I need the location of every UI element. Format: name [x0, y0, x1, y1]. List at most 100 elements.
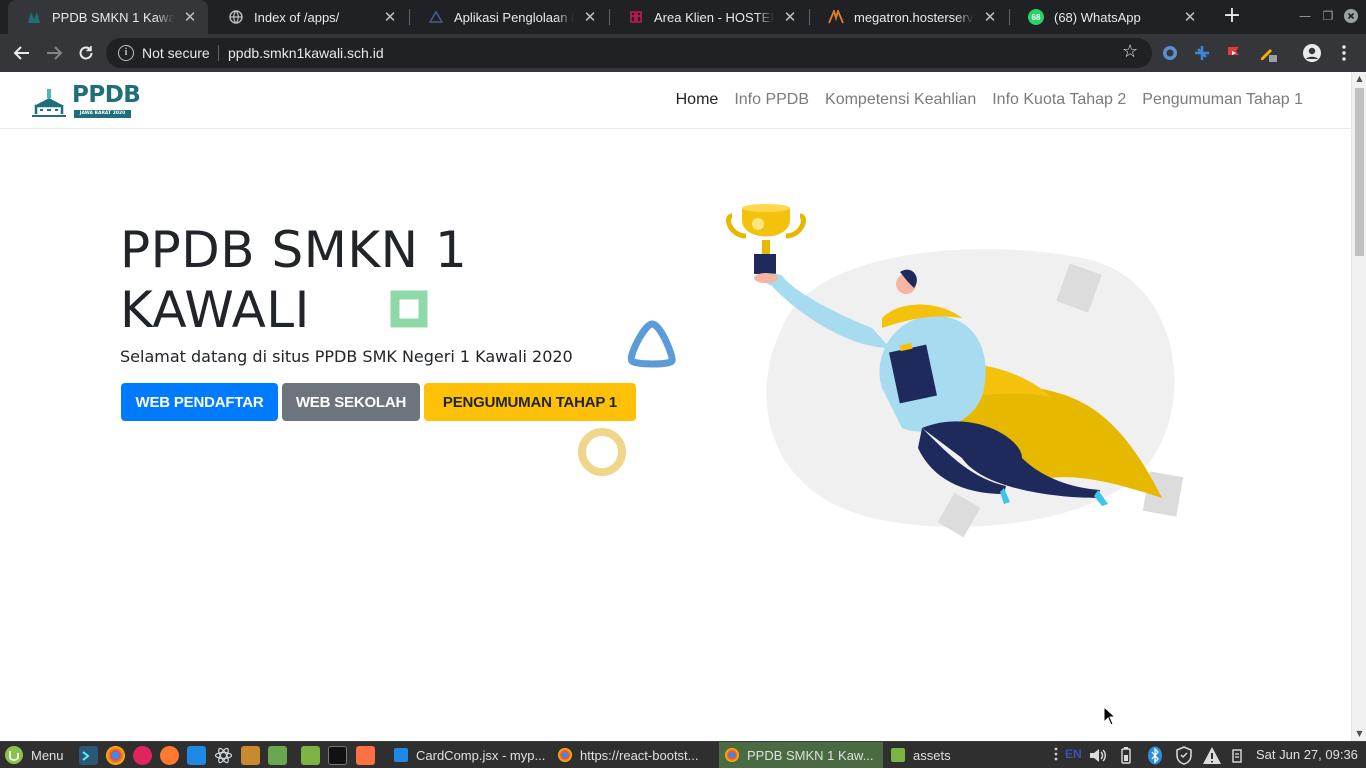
security-status[interactable]: Not secure [142, 45, 210, 61]
taskbar-task-react-bootstrap[interactable]: https://react-bootst... [552, 742, 717, 768]
vscode-icon [394, 748, 408, 762]
taskbar-task-ppdb[interactable]: PPDB SMKN 1 Kaw... [719, 742, 883, 768]
chrome-icon [725, 748, 739, 762]
folder-icon [891, 748, 905, 762]
tab-title: megatron.hosterserver [854, 9, 974, 25]
ppdb-logo[interactable]: PPDB JAWA BARAT 2020 [30, 82, 141, 118]
nav-link-kompetensi-keahlian[interactable]: Kompetensi Keahlian [817, 91, 984, 109]
tab-megatron[interactable]: megatron.hosterserver ✕ [810, 0, 1008, 34]
close-tab-icon[interactable]: ✕ [780, 7, 800, 27]
close-tab-icon[interactable]: ✕ [580, 7, 600, 27]
os-taskbar: Menu CardComp.jsx - myp... https://react… [0, 741, 1366, 768]
tab-title: Area Klien - HOSTER.CO.ID [654, 9, 774, 25]
logo-subtext: JAWA BARAT 2020 [74, 110, 131, 118]
triangle-favicon [428, 9, 444, 25]
scroll-up-icon[interactable]: ▲ [1355, 75, 1364, 83]
site-nav-links: Home Info PPDB Kompetensi Keahlian Info … [668, 72, 1311, 128]
close-tab-icon[interactable]: ✕ [980, 7, 1000, 27]
profile-avatar-icon[interactable] [1302, 43, 1322, 63]
hero-subtitle: Selamat datang di situs PPDB SMK Negeri … [120, 347, 573, 366]
info-icon[interactable]: i [118, 45, 134, 61]
start-menu-button[interactable]: Menu [4, 745, 64, 765]
cpanel-favicon [828, 9, 844, 25]
close-tab-icon[interactable]: ✕ [180, 7, 200, 27]
web-sekolah-button[interactable]: WEB SEKOLAH [282, 383, 420, 421]
task-label: https://react-bootst... [580, 747, 699, 763]
web-pendaftar-button[interactable]: WEB PENDAFTAR [121, 383, 278, 421]
maximize-window-icon[interactable]: ❐ [1318, 6, 1338, 26]
tab-index-apps[interactable]: Index of /apps/ ✕ [210, 0, 408, 34]
back-arrow-icon[interactable] [10, 41, 34, 65]
tab-whatsapp[interactable]: 68 (68) WhatsApp ✕ [1010, 0, 1208, 34]
atom-launcher-icon[interactable] [214, 746, 233, 765]
tab-title: PPDB SMKN 1 Kawali 2020 [52, 9, 174, 25]
pengumuman-tahap-1-button[interactable]: PENGUMUMAN TAHAP 1 [424, 383, 636, 421]
omnibox-separator [218, 45, 219, 61]
warning-icon[interactable] [1202, 746, 1222, 765]
scroll-down-icon[interactable]: ▼ [1355, 730, 1364, 738]
mouse-cursor-icon [1103, 706, 1117, 726]
browser-menu-icon[interactable] [1334, 43, 1354, 63]
tab-title: (68) WhatsApp [1054, 9, 1141, 25]
terminal-launcher-icon[interactable] [79, 746, 98, 765]
chrome-launcher-icon[interactable] [106, 746, 125, 765]
chrome-icon [558, 748, 572, 762]
folder-launcher-icon[interactable] [301, 746, 320, 765]
minimize-window-icon[interactable]: — [1295, 6, 1315, 26]
hero-illustration [726, 204, 1184, 538]
tab-hoster[interactable]: Area Klien - HOSTER.CO.ID ✕ [610, 0, 808, 34]
task-label: PPDB SMKN 1 Kaw... [747, 747, 874, 763]
tab-ppdb[interactable]: PPDB SMKN 1 Kawali 2020 ✕ [8, 0, 208, 34]
extension-flag-icon[interactable] [1224, 43, 1244, 63]
decorative-circle-shape [578, 428, 626, 476]
globe-icon [228, 9, 244, 25]
browser-toolbar: i Not secure ppdb.smkn1kawali.sch.id ☆ [0, 34, 1366, 72]
close-window-icon[interactable] [1341, 6, 1361, 26]
hero-title: PPDB SMKN 1 KAWALI [120, 221, 468, 339]
close-tab-icon[interactable]: ✕ [1180, 7, 1200, 27]
reload-icon[interactable] [74, 41, 98, 65]
close-tab-icon[interactable]: ✕ [380, 7, 400, 27]
page-scrollbar[interactable]: ▲ ▼ [1351, 72, 1366, 741]
decorative-square-shape [390, 290, 428, 328]
extension-pen-icon[interactable] [1258, 43, 1278, 63]
extension-opera-icon[interactable] [1160, 43, 1180, 63]
address-bar[interactable]: i Not secure ppdb.smkn1kawali.sch.id ☆ [106, 38, 1152, 68]
bookmark-star-icon[interactable]: ☆ [1122, 41, 1138, 62]
url-text[interactable]: ppdb.smkn1kawali.sch.id [228, 45, 384, 61]
nav-link-pengumuman[interactable]: Pengumuman Tahap 1 [1134, 91, 1311, 109]
hoster-favicon [628, 9, 644, 25]
tray-handle-icon[interactable] [1054, 746, 1058, 765]
ppdb-favicon [26, 9, 42, 25]
console-launcher-icon[interactable] [328, 746, 347, 765]
new-tab-button[interactable]: + [1220, 5, 1244, 29]
network-icon[interactable] [1231, 746, 1243, 765]
forward-arrow-icon[interactable] [42, 41, 66, 65]
taskbar-clock[interactable]: Sat Jun 27, 09:36 [1256, 747, 1358, 762]
battery-icon[interactable] [1120, 746, 1132, 765]
postman-app-launcher-icon[interactable] [356, 746, 375, 765]
extension-plane-icon[interactable] [1192, 43, 1212, 63]
menu-label: Menu [31, 747, 64, 763]
nav-link-home[interactable]: Home [668, 91, 727, 109]
files-launcher-icon[interactable] [268, 746, 287, 765]
nav-link-info-kuota[interactable]: Info Kuota Tahap 2 [984, 91, 1134, 109]
taskbar-task-vscode[interactable]: CardComp.jsx - myp... [388, 742, 550, 768]
site-navbar: PPDB JAWA BARAT 2020 Home Info PPDB Komp… [0, 72, 1351, 129]
sublime-launcher-icon[interactable] [241, 746, 260, 765]
postman-launcher-icon[interactable] [160, 746, 179, 765]
task-label: CardComp.jsx - myp... [416, 747, 546, 763]
browser-tab-bar: PPDB SMKN 1 Kawali 2020 ✕ Index of /apps… [0, 0, 1366, 34]
trophy-icon [726, 204, 806, 274]
flickr-launcher-icon[interactable] [133, 746, 152, 765]
tab-aplikasi[interactable]: Aplikasi Penglolaan Layanan ✕ [410, 0, 608, 34]
vscode-launcher-icon[interactable] [187, 746, 206, 765]
keyboard-layout-indicator[interactable]: EN [1065, 747, 1082, 766]
nav-link-info-ppdb[interactable]: Info PPDB [726, 91, 817, 109]
volume-icon[interactable] [1088, 746, 1108, 765]
bluetooth-icon[interactable] [1147, 746, 1163, 765]
scrollbar-thumb[interactable] [1355, 88, 1364, 256]
shield-icon[interactable] [1175, 746, 1193, 765]
tab-title: Aplikasi Penglolaan Layanan [454, 9, 574, 25]
taskbar-task-assets[interactable]: assets [885, 742, 1005, 768]
